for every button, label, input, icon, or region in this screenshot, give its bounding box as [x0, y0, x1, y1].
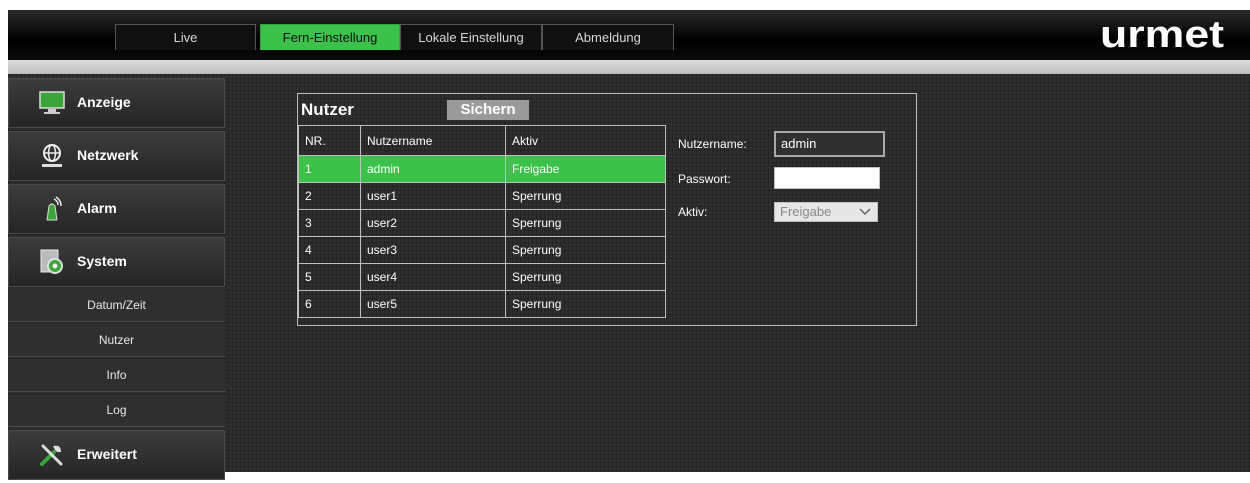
row-nr: 2	[298, 182, 361, 210]
password-field[interactable]	[774, 167, 880, 189]
sidebar-item-network[interactable]: Netzwerk	[8, 131, 225, 181]
table-row[interactable]: 6 user5 Sperrung	[298, 290, 666, 318]
active-select-value: Freigabe	[780, 204, 832, 219]
sidebar-subitem-info[interactable]: Info	[8, 360, 225, 392]
column-header-active: Aktiv	[505, 125, 666, 156]
network-globe-icon	[42, 144, 62, 167]
row-status: Sperrung	[505, 263, 666, 291]
row-username: admin	[360, 155, 506, 183]
table-row[interactable]: 2 user1 Sperrung	[298, 182, 666, 210]
row-status: Freigabe	[505, 155, 666, 183]
chevron-down-icon	[859, 208, 871, 216]
svg-text:urmet: urmet	[1100, 14, 1224, 53]
sidebar-item-advanced[interactable]: Erweitert	[8, 430, 225, 480]
password-label: Passwort:	[678, 172, 731, 186]
system-gear-icon	[40, 249, 63, 274]
nav-tabs: Live Fern-Einstellung Lokale Einstellung…	[115, 24, 674, 52]
column-header-nr: NR.	[298, 125, 361, 156]
table-row[interactable]: 5 user4 Sperrung	[298, 263, 666, 291]
row-username: user3	[360, 236, 506, 264]
row-status: Sperrung	[505, 182, 666, 210]
sidebar-item-label: Anzeige	[77, 94, 131, 110]
row-nr: 1	[298, 155, 361, 183]
user-edit-form: Nutzername: admin Passwort: Aktiv: Freig…	[665, 131, 917, 326]
row-nr: 6	[298, 290, 361, 318]
row-username: user5	[360, 290, 506, 318]
row-username: user2	[360, 209, 506, 237]
username-field[interactable]: admin	[774, 131, 885, 157]
sidebar-item-label: System	[77, 253, 127, 269]
users-table: NR. Nutzername Aktiv 1 admin Freigabe 2 …	[298, 125, 666, 318]
urmet-logo: urmet	[1100, 14, 1224, 53]
panel-title: Nutzer	[301, 100, 354, 119]
sidebar-subitem-log[interactable]: Log	[8, 395, 225, 427]
divider-bar	[8, 60, 1250, 74]
row-nr: 3	[298, 209, 361, 237]
active-label: Aktiv:	[678, 205, 708, 219]
row-status: Sperrung	[505, 209, 666, 237]
tab-live[interactable]: Live	[115, 24, 256, 50]
sidebar-item-label: Netzwerk	[77, 147, 139, 163]
top-bar: Live Fern-Einstellung Lokale Einstellung…	[8, 10, 1250, 60]
table-row[interactable]: 4 user3 Sperrung	[298, 236, 666, 264]
sidebar-item-label: Alarm	[77, 200, 117, 216]
row-status: Sperrung	[505, 290, 666, 318]
row-nr: 5	[298, 263, 361, 291]
tab-remote-settings[interactable]: Fern-Einstellung	[260, 24, 400, 50]
sidebar: Anzeige Netzwerk Alarm System Datum/Zeit…	[8, 78, 225, 483]
row-nr: 4	[298, 236, 361, 264]
sidebar-subitem-date-time[interactable]: Datum/Zeit	[8, 290, 225, 322]
column-header-username: Nutzername	[360, 125, 506, 156]
tab-local-settings[interactable]: Lokale Einstellung	[400, 24, 542, 50]
sidebar-item-system[interactable]: System	[8, 237, 225, 287]
save-button[interactable]: Sichern	[447, 100, 529, 120]
monitor-icon	[39, 91, 65, 114]
sidebar-item-display[interactable]: Anzeige	[8, 78, 225, 128]
tab-logout[interactable]: Abmeldung	[542, 24, 674, 50]
users-panel: Nutzer Sichern NR. Nutzername Aktiv 1 ad…	[297, 93, 917, 326]
tools-icon	[40, 444, 63, 466]
sidebar-subitem-users[interactable]: Nutzer	[8, 325, 225, 357]
table-row[interactable]: 3 user2 Sperrung	[298, 209, 666, 237]
active-select[interactable]: Freigabe	[774, 202, 878, 222]
table-header-row: NR. Nutzername Aktiv	[298, 125, 666, 156]
row-username: user1	[360, 182, 506, 210]
alarm-siren-icon	[46, 196, 62, 221]
sidebar-item-label: Erweitert	[77, 446, 137, 462]
table-row[interactable]: 1 admin Freigabe	[298, 155, 666, 183]
sidebar-item-alarm[interactable]: Alarm	[8, 184, 225, 234]
row-status: Sperrung	[505, 236, 666, 264]
username-label: Nutzername:	[678, 137, 747, 151]
row-username: user4	[360, 263, 506, 291]
